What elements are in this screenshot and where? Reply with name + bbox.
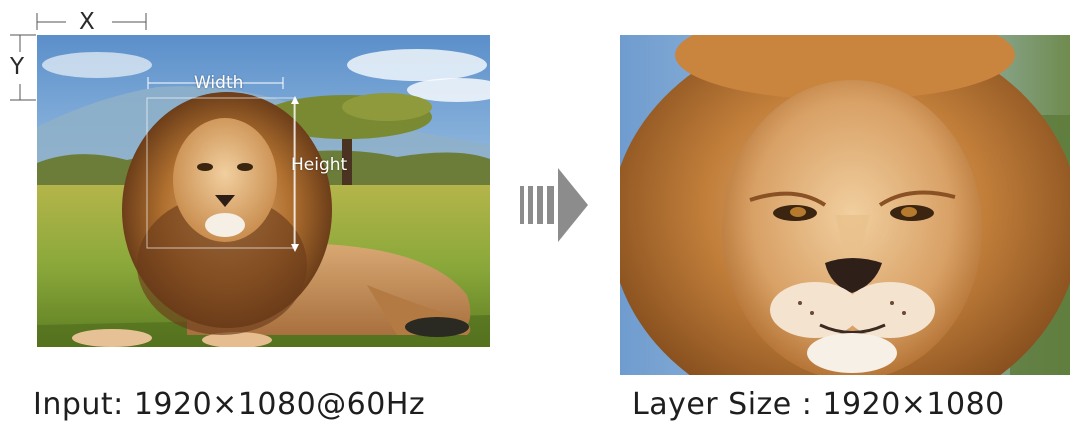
- y-label: Y: [10, 54, 25, 80]
- input-image: Width Height: [37, 35, 490, 347]
- input-caption: Input: 1920×1080@60Hz: [33, 387, 426, 422]
- layer-output-image: [620, 35, 1070, 375]
- layer-size-caption: Layer Size : 1920×1080: [632, 387, 1005, 422]
- x-label: X: [79, 9, 95, 35]
- striped-right-arrow-icon: [520, 168, 588, 242]
- width-label: Width: [194, 73, 244, 93]
- height-label: Height: [291, 155, 348, 175]
